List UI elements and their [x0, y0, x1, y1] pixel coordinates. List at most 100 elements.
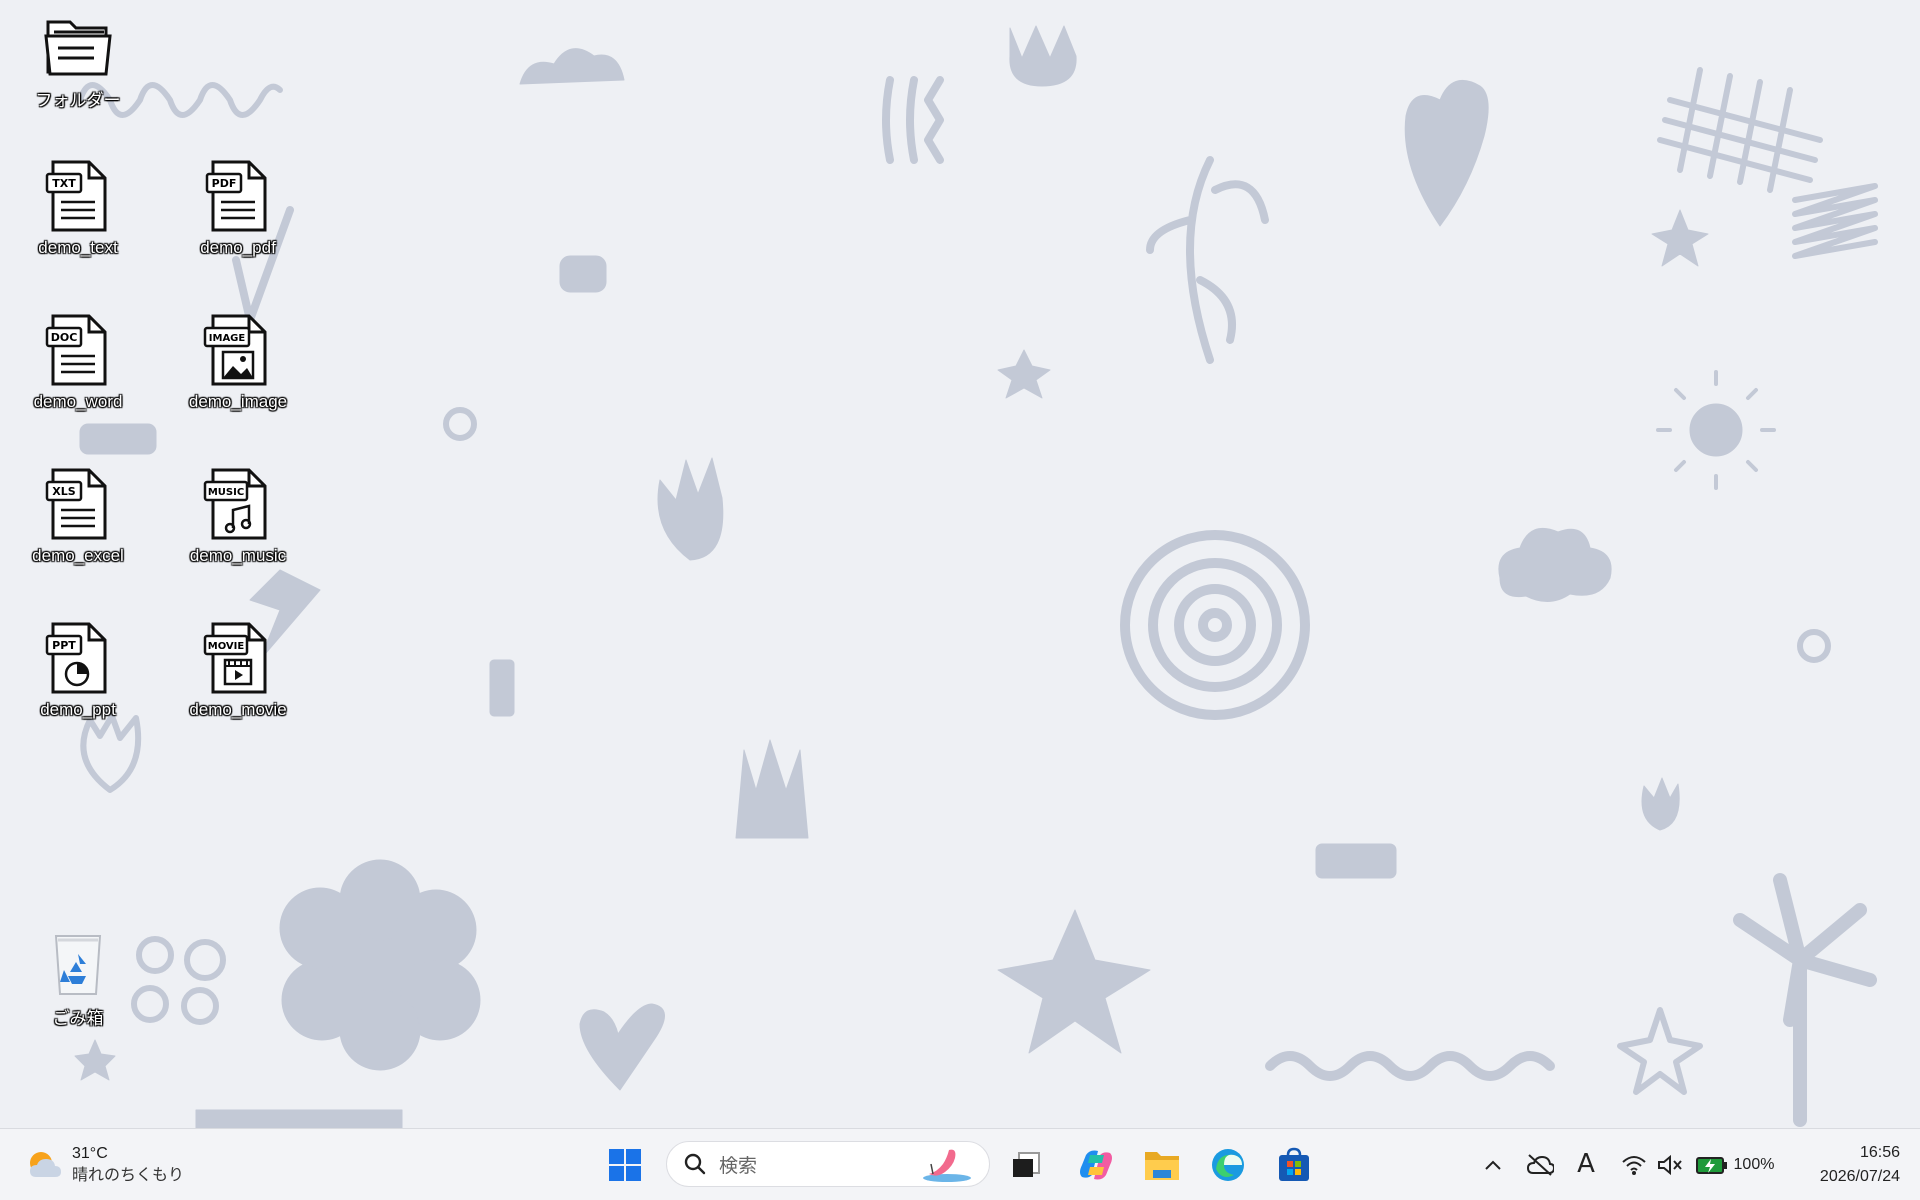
music-file-icon: MUSIC	[203, 468, 267, 540]
xls-file-icon: XLS	[45, 468, 107, 540]
folder-icon	[44, 20, 112, 76]
ime-indicator: A	[1577, 1149, 1595, 1179]
recycle-bin-icon	[54, 935, 102, 995]
desktop-icon-label: demo_image	[188, 392, 288, 411]
txt-file-icon: TXT	[45, 160, 107, 232]
tulip-doodle	[1641, 777, 1680, 831]
desktop-icon-label: demo_pdf	[200, 238, 276, 257]
weather-condition: 晴れのちくもり	[72, 1167, 185, 1184]
start-button[interactable]	[602, 1141, 648, 1189]
desktop-icon-demo-music[interactable]: MUSIC demo_music	[168, 466, 308, 586]
file-explorer-button[interactable]	[1138, 1141, 1186, 1189]
svg-text:MOVIE: MOVIE	[208, 641, 245, 652]
copilot-button[interactable]	[1072, 1141, 1120, 1189]
desktop-icon-label: demo_word	[33, 392, 123, 411]
scribble-doodle	[559, 255, 607, 293]
desktop-icon-demo-movie[interactable]: MOVIE demo_movie	[168, 620, 308, 740]
wave-doodle	[1265, 1051, 1555, 1081]
search-icon	[684, 1153, 706, 1175]
taskbar: 31°C 晴れのちくもり 検索 A 100% 16:56 2026/07/24	[0, 1128, 1920, 1200]
tulip-doodle	[657, 457, 724, 561]
pdf-file-icon: PDF	[205, 160, 267, 232]
spiral-doodle	[1120, 530, 1310, 720]
desktop-icon-demo-word[interactable]: DOC demo_word	[8, 312, 148, 432]
speaker-muted-icon	[1658, 1154, 1682, 1176]
desktop-icon-label: ごみ箱	[52, 1009, 104, 1028]
desktop-icon-label: demo_excel	[32, 546, 124, 565]
cloud-doodle	[1498, 528, 1612, 602]
cloud-doodle	[519, 48, 625, 85]
ppt-file-icon: PPT	[45, 622, 107, 694]
wifi-icon	[1622, 1156, 1646, 1175]
desktop-icon-label: フォルダー	[35, 91, 121, 110]
svg-text:DOC: DOC	[51, 331, 78, 344]
zigzag-doodle	[1792, 183, 1878, 259]
weather-widget[interactable]: 31°C 晴れのちくもり	[26, 1141, 184, 1189]
svg-text:XLS: XLS	[52, 485, 75, 498]
edge-button[interactable]	[1204, 1141, 1252, 1189]
plant-doodle	[1146, 156, 1269, 364]
task-view-icon	[1013, 1152, 1040, 1177]
grid-doodle	[1657, 67, 1823, 193]
weather-temp: 31°C	[72, 1145, 108, 1162]
desktop-icon-label: demo_movie	[189, 700, 287, 719]
flamingo-icon	[923, 1149, 971, 1182]
svg-text:IMAGE: IMAGE	[209, 333, 246, 344]
folder-icon	[1145, 1152, 1179, 1180]
desktop-icon-demo-pdf[interactable]: PDF demo_pdf	[168, 158, 308, 278]
desktop-icon-demo-image[interactable]: IMAGE demo_image	[168, 312, 308, 432]
scribble-doodle	[1315, 843, 1397, 879]
scribble-doodle	[195, 1109, 403, 1128]
copilot-icon	[1080, 1150, 1112, 1180]
store-button[interactable]	[1270, 1141, 1318, 1189]
star-doodle	[1617, 1007, 1703, 1095]
sun-doodle	[1656, 370, 1776, 490]
svg-text:TXT: TXT	[52, 177, 76, 190]
onedrive-off-icon	[1526, 1154, 1554, 1176]
battery-charging-icon	[1695, 1157, 1727, 1174]
flower-doodle	[279, 859, 481, 1071]
windows-logo-icon	[609, 1149, 641, 1181]
svg-text:MUSIC: MUSIC	[208, 487, 244, 498]
desktop-icon-demo-text[interactable]: TXT demo_text	[8, 158, 148, 278]
crown-doodle	[1009, 25, 1077, 87]
scribble-doodle	[489, 659, 515, 717]
edge-icon	[1212, 1149, 1244, 1181]
image-file-icon: IMAGE	[203, 314, 267, 386]
crown-doodle	[735, 739, 809, 839]
task-view-button[interactable]	[1002, 1141, 1050, 1189]
volume-button[interactable]	[1654, 1149, 1686, 1181]
desktop-icon-demo-excel[interactable]: XLS demo_excel	[8, 466, 148, 586]
battery-button[interactable]: 100%	[1692, 1147, 1778, 1183]
star-doodle	[997, 909, 1151, 1054]
store-icon	[1279, 1147, 1309, 1181]
star-doodle	[1651, 209, 1709, 267]
clock-time: 16:56	[1859, 1144, 1900, 1161]
desktop-icon-demo-ppt[interactable]: PPT demo_ppt	[8, 620, 148, 740]
star-doodle	[997, 349, 1051, 399]
search-box[interactable]: 検索	[666, 1141, 990, 1187]
search-placeholder: 検索	[719, 1155, 758, 1177]
movie-file-icon: MOVIE	[203, 622, 267, 694]
doc-file-icon: DOC	[45, 314, 107, 386]
partly-sunny-icon	[30, 1152, 61, 1177]
flower-doodle	[1733, 873, 1877, 1127]
show-hidden-icons-button[interactable]	[1478, 1149, 1508, 1181]
heart-doodle	[579, 1003, 665, 1091]
cloud-status-button[interactable]	[1524, 1149, 1556, 1181]
desktop-icon-label: demo_ppt	[40, 700, 116, 719]
desktop-icon-folder[interactable]: フォルダー	[8, 6, 148, 126]
lines-doodle	[882, 76, 944, 164]
ime-mode-button[interactable]: A	[1570, 1147, 1602, 1181]
clock-button[interactable]: 16:56 2026/07/24	[1820, 1141, 1900, 1189]
chevron-up-icon	[1485, 1160, 1501, 1170]
heart-doodle	[1404, 79, 1489, 227]
battery-percentage: 100%	[1733, 1156, 1775, 1173]
network-button[interactable]	[1618, 1149, 1650, 1181]
desktop-icon-label: demo_music	[189, 546, 287, 565]
desktop-icon-label: demo_text	[38, 238, 118, 257]
svg-text:PDF: PDF	[212, 177, 237, 190]
clock-date: 2026/07/24	[1819, 1168, 1900, 1185]
svg-text:PPT: PPT	[52, 639, 76, 652]
desktop-icon-recycle-bin[interactable]: ごみ箱	[8, 930, 148, 1050]
